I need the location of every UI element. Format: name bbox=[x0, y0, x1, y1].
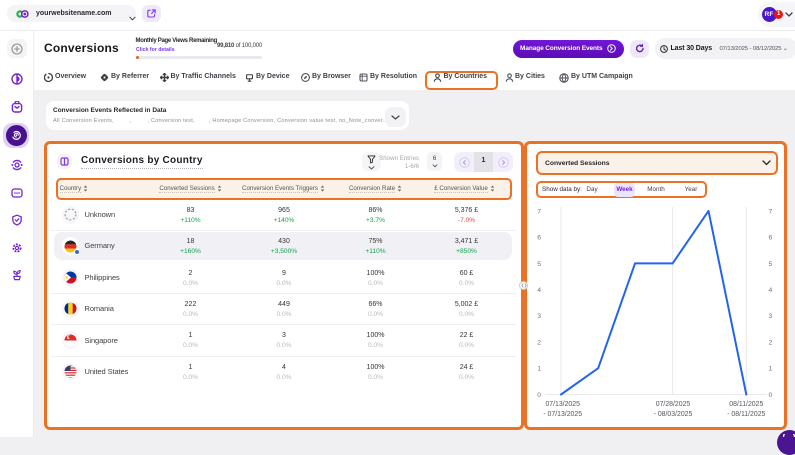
svg-text:3: 3 bbox=[537, 313, 541, 320]
svg-text:4: 4 bbox=[537, 287, 541, 294]
svg-text:6: 6 bbox=[537, 235, 541, 242]
svg-text:7: 7 bbox=[537, 208, 541, 215]
svg-text:5: 5 bbox=[537, 261, 541, 268]
svg-text:07/13/2025: 07/13/2025 bbox=[545, 401, 580, 408]
svg-text:- 07/13/2025: - 07/13/2025 bbox=[543, 411, 582, 418]
svg-text:5: 5 bbox=[769, 261, 773, 268]
svg-text:6: 6 bbox=[769, 235, 773, 242]
svg-text:0: 0 bbox=[537, 392, 541, 399]
svg-text:07/28/2025: 07/28/2025 bbox=[656, 401, 691, 408]
svg-text:1: 1 bbox=[537, 366, 541, 373]
svg-text:1: 1 bbox=[769, 366, 773, 373]
svg-text:7: 7 bbox=[769, 208, 773, 215]
svg-text:0: 0 bbox=[769, 392, 773, 399]
svg-text:08/11/2025: 08/11/2025 bbox=[729, 401, 763, 408]
svg-text:2: 2 bbox=[537, 339, 541, 346]
svg-text:2: 2 bbox=[769, 339, 773, 346]
svg-text:- 08/11/2025: - 08/11/2025 bbox=[727, 411, 765, 418]
svg-text:4: 4 bbox=[769, 287, 773, 294]
svg-text:3: 3 bbox=[769, 313, 773, 320]
svg-text:- 08/03/2025: - 08/03/2025 bbox=[654, 411, 693, 418]
